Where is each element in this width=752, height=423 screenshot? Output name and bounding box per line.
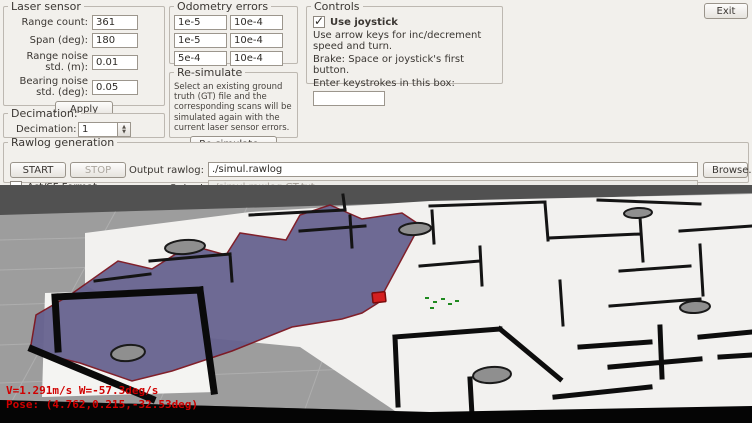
odometry-input-1-0[interactable] (174, 33, 227, 48)
3d-scene: V=1.291m/s W=-57.3deg/s Pose: (4.762,0.2… (0, 185, 752, 423)
robot-marker (372, 292, 386, 303)
laser-sensor-title: Laser sensor (8, 0, 84, 13)
span-row: Span (deg): (8, 33, 160, 48)
resimulate-group: Re-simulate Select an existing ground tr… (169, 66, 298, 138)
controls-title: Controls (311, 0, 363, 13)
bearing-noise-row: Bearing noise std. (deg): (8, 76, 160, 98)
span-label: Span (deg): (8, 35, 92, 46)
odometry-input-1-1[interactable] (230, 33, 283, 48)
decimation-label: Decimation: (8, 124, 78, 135)
decimation-title: Decimation: (8, 107, 81, 120)
range-count-input[interactable] (92, 15, 138, 30)
range-count-row: Range count: (8, 15, 160, 30)
decimation-input[interactable] (78, 122, 118, 137)
simulator-window: Laser sensor Range count: Span (deg): Ra… (0, 0, 752, 423)
keystroke-input[interactable] (313, 91, 385, 106)
exit-button[interactable]: Exit (704, 3, 748, 19)
bearing-noise-label: Bearing noise std. (deg): (8, 76, 92, 98)
controls-hint-brake: Brake: Space or joystick's first button. (313, 54, 498, 76)
range-noise-label: Range noise std. (m): (8, 51, 92, 73)
use-joystick-label: Use joystick (330, 17, 398, 28)
hud-velocity-text: V=1.291m/s W=-57.3deg/s (6, 384, 158, 397)
browse-button[interactable]: Browse... (703, 162, 748, 178)
span-input[interactable] (92, 33, 138, 48)
rawlog-generation-group: Rawlog generation START STOP Output rawl… (3, 136, 749, 183)
range-noise-row: Range noise std. (m): (8, 51, 160, 73)
odometry-errors-title: Odometry errors (174, 0, 271, 13)
hud-pose-text: Pose: (4.762,0.215,-32.53deg) (6, 398, 198, 411)
spin-down-icon[interactable]: ▼ (122, 130, 126, 135)
range-noise-input[interactable] (92, 55, 138, 70)
start-button[interactable]: START (10, 162, 66, 178)
odometry-input-2-1[interactable] (230, 51, 283, 66)
range-count-label: Range count: (8, 17, 92, 28)
control-panel: Laser sensor Range count: Span (deg): Ra… (0, 0, 752, 185)
3d-viewport[interactable]: V=1.291m/s W=-57.3deg/s Pose: (4.762,0.2… (0, 185, 752, 423)
decimation-group: Decimation: Decimation: ▲▼ (3, 107, 165, 138)
odometry-input-2-0[interactable] (174, 51, 227, 66)
resimulate-description: Select an existing ground truth (GT) fil… (174, 82, 293, 133)
bearing-noise-input[interactable] (92, 80, 138, 95)
odometry-errors-group: Odometry errors (169, 0, 298, 64)
controls-hint-arrows: Use arrow keys for inc/decrement speed a… (313, 30, 498, 52)
controls-hint-keystrokes: Enter keystrokes in this box: (313, 78, 498, 89)
use-joystick-checkbox[interactable] (313, 16, 325, 28)
resimulate-title: Re-simulate (174, 66, 245, 79)
output-rawlog-label: Output rawlog: (122, 165, 204, 176)
decimation-spinner[interactable]: ▲▼ (118, 122, 131, 137)
laser-sensor-group: Laser sensor Range count: Span (deg): Ra… (3, 0, 165, 106)
odometry-input-0-1[interactable] (230, 15, 283, 30)
stop-button[interactable]: STOP (70, 162, 126, 178)
rawlog-generation-title: Rawlog generation (8, 136, 117, 149)
output-rawlog-input[interactable] (208, 162, 698, 177)
controls-group: Controls Use joystick Use arrow keys for… (306, 0, 503, 84)
odometry-input-0-0[interactable] (174, 15, 227, 30)
